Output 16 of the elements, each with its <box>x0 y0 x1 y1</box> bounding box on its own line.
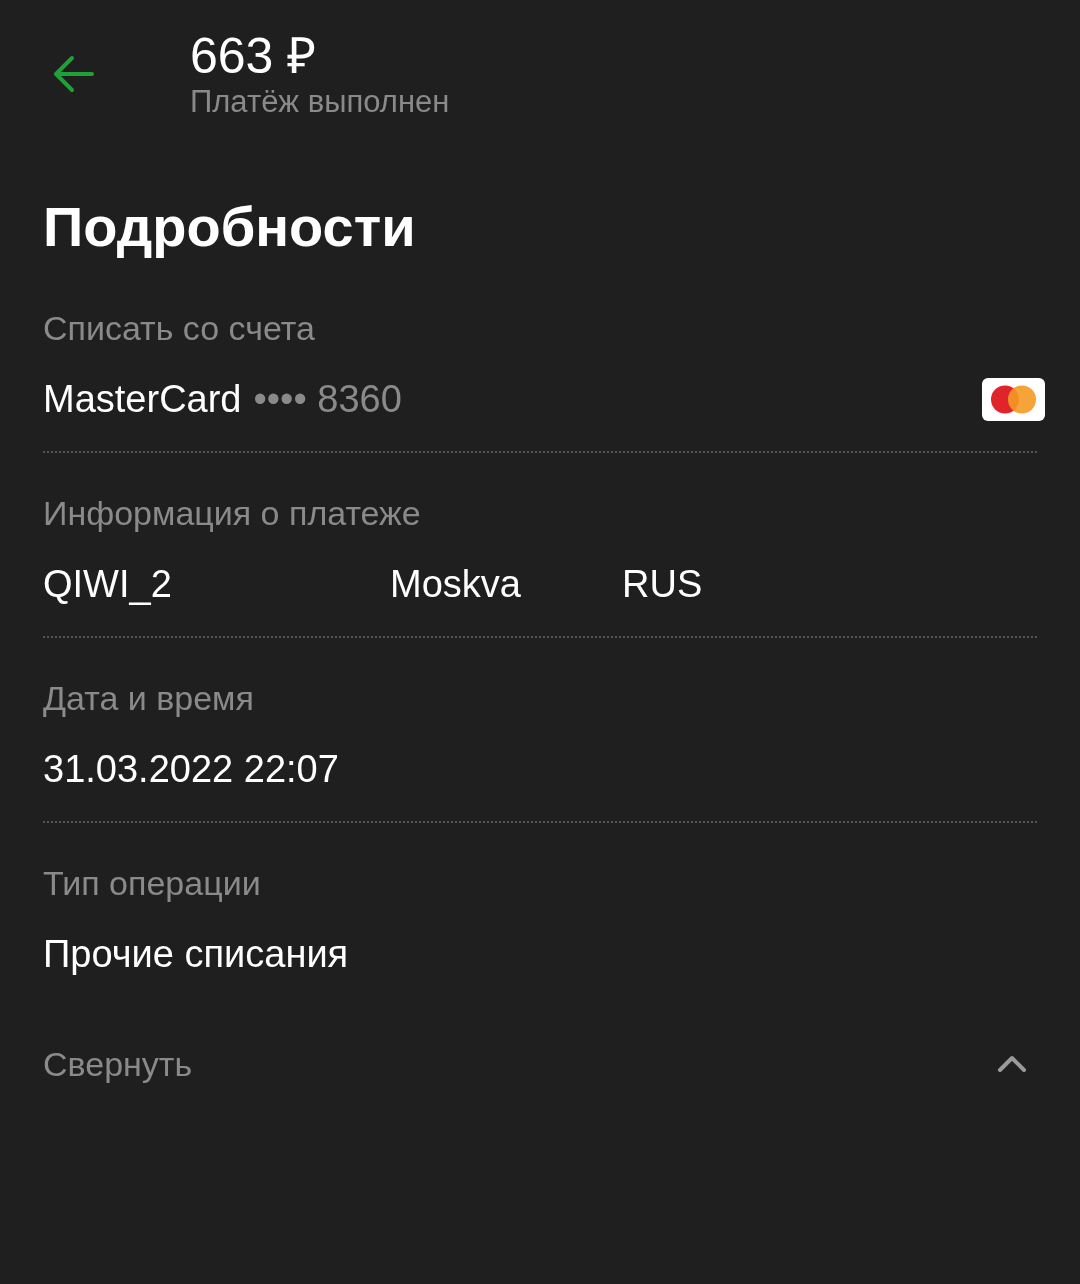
payment-info-text: QIWI_2 <box>43 562 173 607</box>
field-value: Прочие списания <box>43 932 349 977</box>
payment-info-text: RUS <box>622 562 703 607</box>
payment-amount: 663 ₽ <box>190 30 318 82</box>
field-label: Списать со счета <box>43 308 315 348</box>
payment-status: Платёж выполнен <box>190 83 450 121</box>
collapse-button[interactable]: Свернуть <box>43 1024 1037 1104</box>
card-number: •••• 8360 <box>253 377 402 422</box>
field-label: Информация о платеже <box>43 493 421 533</box>
card-name: MasterCard <box>43 377 242 422</box>
field-label: Дата и время <box>43 678 254 718</box>
field-label: Тип операции <box>43 863 261 903</box>
field-value: 31.03.2022 22:07 <box>43 747 339 792</box>
card-logo-icon <box>982 377 1045 421</box>
payment-info-text: Moskva <box>390 562 522 607</box>
section-title: Подробности <box>43 195 416 259</box>
